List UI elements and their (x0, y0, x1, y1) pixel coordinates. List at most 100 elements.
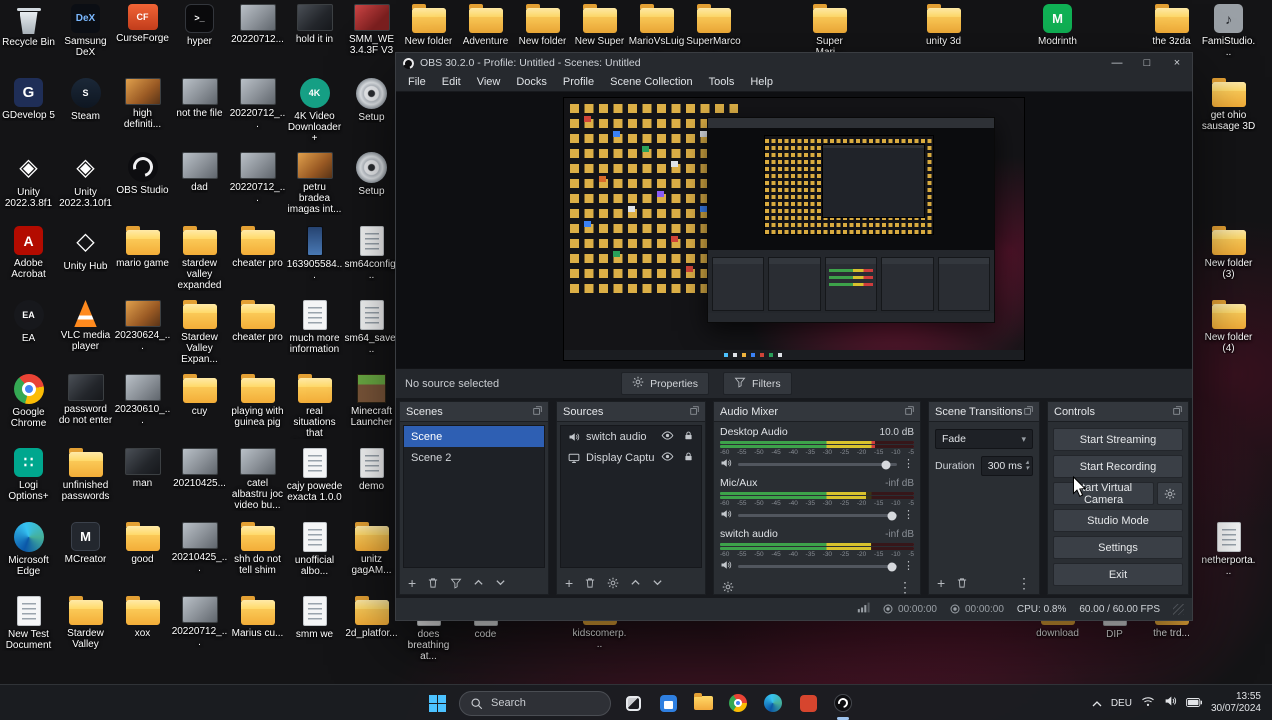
desktop-icon-20230610[interactable]: 20230610_... (114, 374, 171, 426)
maximize-button[interactable]: □ (1132, 53, 1162, 73)
menu-help[interactable]: Help (742, 74, 781, 90)
taskbar-app-red-app[interactable] (793, 688, 823, 718)
desktop-icon-obs-studio[interactable]: OBS Studio (114, 152, 171, 196)
mute-speaker-icon[interactable] (720, 507, 732, 525)
menu-edit[interactable]: Edit (434, 74, 469, 90)
desktop-icon-catel-albastru-joc-video-bu[interactable]: catel albastru joc video bu... (229, 448, 286, 511)
scene-filter-button[interactable] (450, 577, 462, 589)
taskbar-app-edge[interactable] (758, 688, 788, 718)
desktop-icon-2d-platfor[interactable]: 2d_platfor... (343, 596, 400, 639)
desktop-icon-xox[interactable]: xox (114, 596, 171, 639)
lock-icon[interactable] (683, 430, 694, 444)
desktop-icon-20220712-2[interactable]: 20220712_... (229, 78, 286, 130)
obs-titlebar[interactable]: OBS 30.2.0 - Profile: Untitled - Scenes:… (396, 53, 1192, 73)
source-up-button[interactable] (630, 577, 641, 588)
desktop-icon-much-more-information[interactable]: much more information (286, 300, 343, 355)
desktop-icon-steam[interactable]: S Steam (57, 78, 114, 122)
scene-plus-button[interactable]: + (408, 576, 416, 590)
desktop-icon-20220712[interactable]: 20220712... (229, 4, 286, 45)
desktop-icon-man[interactable]: man (114, 448, 171, 489)
desktop-icon-curseforge[interactable]: CF CurseForge (114, 4, 171, 44)
desktop-icon-cheater-pro-2[interactable]: cheater pro (229, 300, 286, 343)
slider-knob[interactable] (881, 460, 891, 469)
desktop-icon-minecraft-launcher[interactable]: Minecraft Launcher (343, 374, 400, 428)
taskbar-app-obs[interactable] (828, 688, 858, 718)
volume-slider[interactable] (738, 460, 897, 469)
transition-kebab-button[interactable]: ⋮ (1017, 576, 1031, 590)
start-recording-button[interactable]: Start Recording (1053, 455, 1183, 478)
source-plus-button[interactable]: + (565, 576, 573, 590)
desktop-icon-20220712-3[interactable]: 20220712_... (229, 152, 286, 204)
desktop-icon-unfinished-passwords[interactable]: unfinished passwords (57, 448, 114, 502)
popout-icon[interactable] (533, 405, 542, 418)
channel-options-icon[interactable]: ⋮ (903, 459, 914, 470)
desktop-icon-marius-cu[interactable]: Marius cu... (229, 596, 286, 639)
desktop-icon-famistudio[interactable]: ♪ FamiStudio... (1200, 4, 1257, 58)
desktop-icon-shh-do-not-tell-shim[interactable]: shh do not tell shim (229, 522, 286, 576)
volume-slider[interactable] (738, 562, 897, 571)
desktop-icon-stardew-valley[interactable]: Stardew Valley (57, 596, 114, 650)
desktop-icon-dad[interactable]: dad (171, 152, 228, 193)
taskbar-search[interactable]: Search (459, 690, 611, 716)
obs-preview-canvas[interactable] (396, 92, 1192, 368)
menu-file[interactable]: File (400, 74, 434, 90)
desktop-icon-sm64-save[interactable]: sm64_save... (343, 300, 400, 355)
desktop-icon-stardew-valley-expan[interactable]: Stardew Valley Expan... (171, 300, 228, 365)
visibility-eye-icon[interactable] (661, 450, 674, 466)
taskbar-app-store[interactable] (653, 688, 683, 718)
desktop-icon-password-do-not-enter[interactable]: password do not enter (57, 374, 114, 426)
tray-language[interactable]: DEU (1111, 698, 1132, 709)
decrement-icon[interactable]: ▾ (1025, 465, 1029, 472)
start-streaming-button[interactable]: Start Streaming (1053, 428, 1183, 451)
mixer-kebab-button[interactable]: ⋮ (898, 580, 912, 594)
start-virtual-camera-button[interactable]: Start Virtual Camera (1053, 482, 1154, 506)
desktop-icon-mariovsluig[interactable]: MarioVsLuig... (628, 4, 685, 58)
volume-icon[interactable] (1164, 694, 1177, 712)
source-item-display-capture[interactable]: Display Capture (561, 447, 701, 468)
popout-icon[interactable] (1024, 405, 1033, 418)
transition-plus-button[interactable]: + (937, 576, 945, 590)
menu-docks[interactable]: Docks (508, 74, 555, 90)
desktop-icon-smm-we[interactable]: smm we (286, 596, 343, 640)
virtual-camera-config-button[interactable] (1157, 482, 1183, 505)
channel-options-icon[interactable]: ⋮ (903, 510, 914, 521)
desktop-icon-setup[interactable]: Setup (343, 78, 400, 123)
battery-icon[interactable] (1185, 694, 1202, 712)
close-button[interactable]: × (1162, 53, 1192, 73)
minimize-button[interactable]: — (1102, 53, 1132, 73)
desktop-icon-stardew-valley-expanded-pro[interactable]: stardew valley expanded pro (171, 226, 228, 291)
resize-grip[interactable] (1173, 603, 1184, 615)
desktop-icon-gdevelop-5[interactable]: G GDevelop 5 (0, 78, 57, 121)
desktop-icon-20220712-4[interactable]: 20220712_... (171, 596, 228, 648)
desktop-icon-not-the-file[interactable]: not the file (171, 78, 228, 119)
properties-button[interactable]: Properties (621, 372, 710, 395)
menu-scene-collection[interactable]: Scene Collection (602, 74, 701, 90)
desktop-icon-real-situations-that-happen[interactable]: real situations that happen... (286, 374, 343, 439)
desktop-icon-new-test-document[interactable]: New Test Document (0, 596, 57, 651)
menu-view[interactable]: View (469, 74, 509, 90)
desktop-icon-new-super[interactable]: New Super (571, 4, 628, 47)
desktop-icon-cuy[interactable]: cuy (171, 374, 228, 417)
popout-icon[interactable] (905, 405, 914, 418)
scene-item-scene[interactable]: Scene (404, 426, 544, 447)
desktop-icon-ea[interactable]: EA EA (0, 300, 57, 344)
desktop-icon-20210425[interactable]: 20210425... (171, 448, 228, 489)
desktop-icon-unity-2022-3-8f1[interactable]: ◈ Unity 2022.3.8f1 (0, 152, 57, 210)
transition-trash-button[interactable] (956, 577, 968, 589)
desktop-icon-new-folder-4[interactable]: New folder (4) (1200, 300, 1257, 354)
popout-icon[interactable] (690, 405, 699, 418)
tray-clock[interactable]: 13:55 30/07/2024 (1211, 691, 1261, 715)
desktop-icon-4k-video-downloader[interactable]: 4K 4K Video Downloader+ (286, 78, 343, 144)
desktop-icon-get-ohio-sausage-3d[interactable]: get ohio sausage 3D (1200, 78, 1257, 132)
desktop-icon-new-folder-2[interactable]: New folder (514, 4, 571, 47)
desktop-icon-high-definiti[interactable]: high definiti... (114, 78, 171, 130)
desktop-icon-playing-with-guinea-pig[interactable]: playing with guinea pig (229, 374, 286, 428)
desktop-icon-cheater-pro[interactable]: cheater pro (229, 226, 286, 269)
scene-item-scene-2[interactable]: Scene 2 (404, 447, 544, 468)
source-down-button[interactable] (652, 577, 663, 588)
desktop-icon-mcreator[interactable]: M MCreator (57, 522, 114, 565)
taskbar-app-chrome[interactable] (723, 688, 753, 718)
start-button[interactable] (422, 688, 452, 718)
desktop-icon-logi-options[interactable]: ∷ Logi Options+ (0, 448, 57, 502)
exit-button[interactable]: Exit (1053, 563, 1183, 586)
